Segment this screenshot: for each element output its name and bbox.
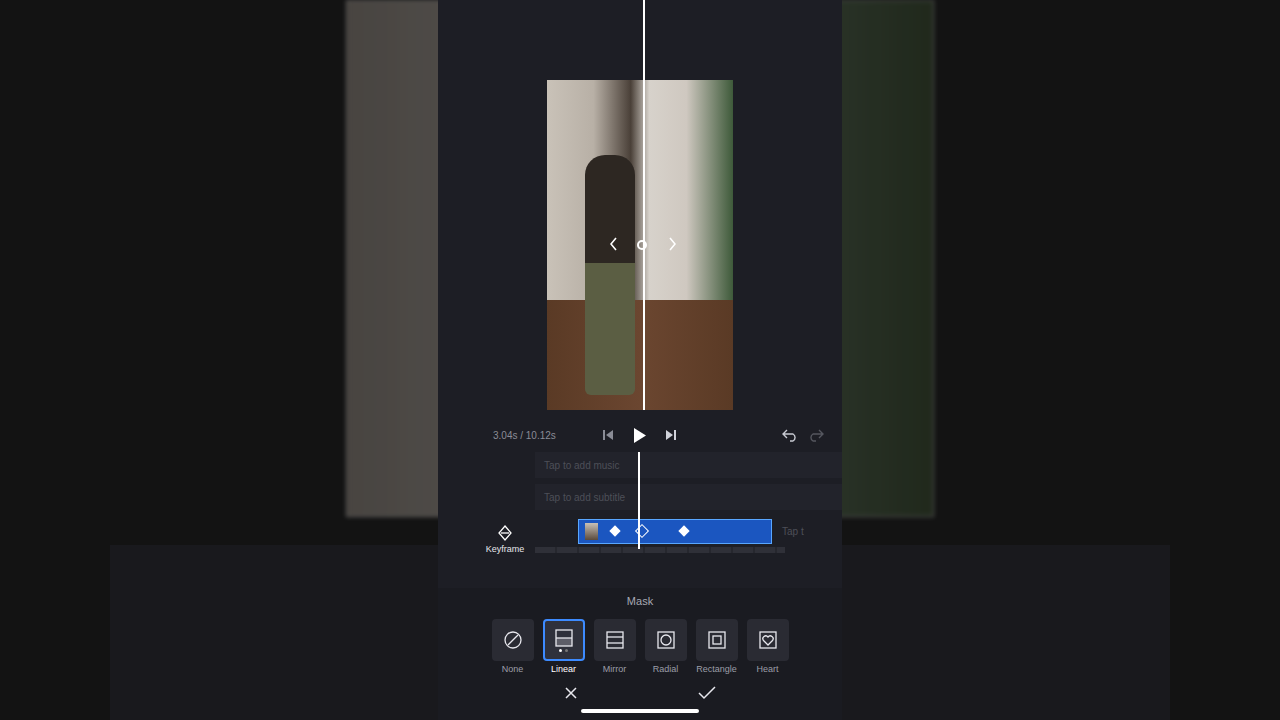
mask-option-label[interactable]: Heart <box>756 664 778 674</box>
player-controls: 3.04s / 10.12s <box>438 418 842 452</box>
play-icon[interactable] <box>633 428 646 443</box>
mask-option-label[interactable]: None <box>502 664 524 674</box>
mask-option-button[interactable] <box>492 619 534 661</box>
mask-option[interactable]: Radial <box>645 619 687 674</box>
undo-icon[interactable] <box>782 428 798 442</box>
confirm-icon[interactable] <box>698 686 716 700</box>
radial-mask-icon[interactable] <box>657 631 675 649</box>
filmstrip <box>535 547 785 553</box>
mask-option-button[interactable] <box>645 619 687 661</box>
editor-screen: 3.04s / 10.12sKeyframeTap to add musicTa… <box>438 0 842 720</box>
mask-line[interactable] <box>643 0 645 410</box>
playhead[interactable] <box>638 452 640 549</box>
mask-option-button[interactable] <box>543 619 585 661</box>
mask-option-button[interactable] <box>696 619 738 661</box>
add-clip-hint[interactable]: Tap t <box>782 526 804 537</box>
mask-panel: Mask None Linear Mirror Radial Rectangle Heart <box>438 588 842 720</box>
mask-option-label[interactable]: Mirror <box>603 664 627 674</box>
home-indicator[interactable] <box>581 709 699 713</box>
none-mask-icon[interactable] <box>504 631 522 649</box>
video-frame <box>547 80 733 410</box>
keyframe-marker[interactable] <box>609 525 620 536</box>
mask-option-button[interactable] <box>594 619 636 661</box>
subtitle-track[interactable]: Tap to add subtitle <box>535 484 842 510</box>
mask-option[interactable]: Mirror <box>594 619 636 674</box>
mask-option[interactable]: Rectangle <box>696 619 738 674</box>
time-readout: 3.04s / 10.12s <box>493 430 603 441</box>
skip-forward-icon[interactable] <box>666 430 676 440</box>
mask-option-label[interactable]: Rectangle <box>696 664 737 674</box>
mask-option-label[interactable]: Linear <box>551 664 576 674</box>
mask-option[interactable]: Linear <box>543 619 585 674</box>
mask-handle[interactable] <box>637 240 647 250</box>
timeline: Keyframe Tap to add music Tap to add subti… <box>438 452 842 588</box>
panel-title: Mask <box>627 595 653 607</box>
mask-options: None Linear Mirror Radial Rectangle Heart <box>492 619 789 674</box>
linear-mask-icon[interactable] <box>555 629 573 647</box>
mirror-mask-icon[interactable] <box>606 631 624 649</box>
cancel-icon[interactable] <box>564 686 578 700</box>
transport <box>603 428 676 443</box>
panel-actions <box>564 686 716 700</box>
keyframe-icon[interactable] <box>498 525 512 541</box>
mask-option[interactable]: None <box>492 619 534 674</box>
video-clip[interactable] <box>578 519 772 544</box>
redo-icon[interactable] <box>808 428 824 442</box>
track-area: Tap to add music Tap to add subtitle Tap t <box>535 452 842 588</box>
chevron-left-icon[interactable] <box>610 237 618 251</box>
clip-row: Tap t <box>535 518 842 544</box>
preview-area <box>438 0 842 418</box>
keyframe-button[interactable]: Keyframe <box>475 452 535 588</box>
mask-option[interactable]: Heart <box>747 619 789 674</box>
music-track[interactable]: Tap to add music <box>535 452 842 478</box>
mask-option-label[interactable]: Radial <box>653 664 679 674</box>
clip-thumbnail <box>585 523 598 540</box>
page-dots <box>559 649 568 652</box>
skip-back-icon[interactable] <box>603 430 613 440</box>
mask-option-button[interactable] <box>747 619 789 661</box>
chevron-right-icon[interactable] <box>668 237 676 251</box>
heart-mask-icon[interactable] <box>759 631 777 649</box>
rectangle-mask-icon[interactable] <box>708 631 726 649</box>
history <box>782 428 824 442</box>
keyframe-label[interactable]: Keyframe <box>486 544 525 554</box>
keyframe-marker[interactable] <box>678 525 689 536</box>
